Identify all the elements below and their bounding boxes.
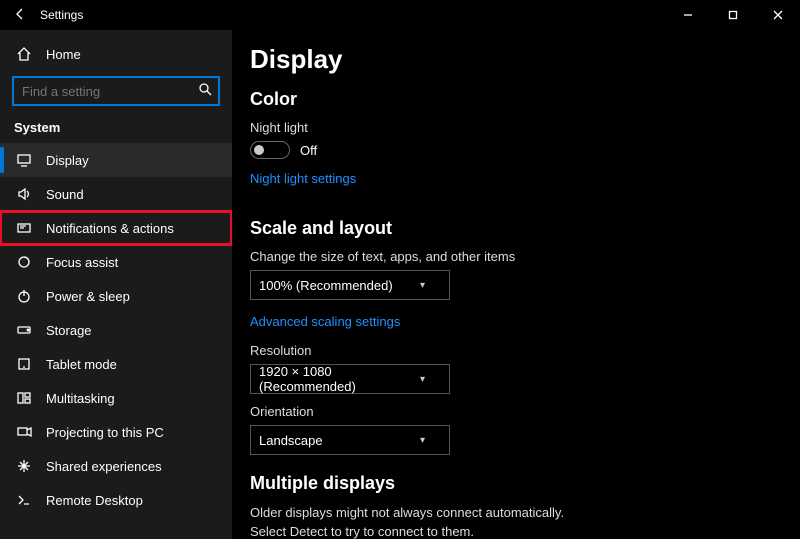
sidebar-item-shared-experiences[interactable]: Shared experiences <box>0 449 232 483</box>
text-size-select[interactable]: 100% (Recommended) ▾ <box>250 270 450 300</box>
close-button[interactable] <box>755 0 800 30</box>
remote-desktop-icon <box>14 492 34 508</box>
sidebar-item-label: Tablet mode <box>46 357 117 372</box>
home-label: Home <box>46 47 81 62</box>
text-size-label: Change the size of text, apps, and other… <box>250 249 800 264</box>
sidebar-item-remote-desktop[interactable]: Remote Desktop <box>0 483 232 517</box>
sidebar-item-label: Focus assist <box>46 255 118 270</box>
resolution-select[interactable]: 1920 × 1080 (Recommended) ▾ <box>250 364 450 394</box>
sidebar-item-label: Display <box>46 153 89 168</box>
sound-icon <box>14 186 34 202</box>
home-button[interactable]: Home <box>0 36 232 72</box>
sidebar-item-storage[interactable]: Storage <box>0 313 232 347</box>
notifications-icon <box>14 220 34 236</box>
night-light-state: Off <box>300 143 317 158</box>
sidebar-item-focus-assist[interactable]: Focus assist <box>0 245 232 279</box>
sidebar-item-projecting[interactable]: Projecting to this PC <box>0 415 232 449</box>
sidebar-item-label: Notifications & actions <box>46 221 174 236</box>
shared-experiences-icon <box>14 458 34 474</box>
power-icon <box>14 288 34 304</box>
minimize-button[interactable] <box>665 0 710 30</box>
sidebar-item-sound[interactable]: Sound <box>0 177 232 211</box>
multiple-displays-heading: Multiple displays <box>250 473 800 494</box>
sidebar-item-display[interactable]: Display <box>0 143 232 177</box>
chevron-down-icon: ▾ <box>420 280 425 291</box>
sidebar-item-label: Projecting to this PC <box>46 425 164 440</box>
resolution-value: 1920 × 1080 (Recommended) <box>259 364 420 394</box>
sidebar: Home System Display Sound Notifications … <box>0 30 232 539</box>
multitasking-icon <box>14 390 34 406</box>
titlebar: Settings <box>0 0 800 30</box>
night-light-settings-link[interactable]: Night light settings <box>250 171 356 186</box>
chevron-down-icon: ▾ <box>420 435 425 446</box>
main-content: Display Color Night light Off Night ligh… <box>232 30 800 539</box>
sidebar-item-label: Remote Desktop <box>46 493 143 508</box>
text-size-value: 100% (Recommended) <box>259 278 393 293</box>
color-heading: Color <box>250 89 800 110</box>
projecting-icon <box>14 424 34 440</box>
scale-heading: Scale and layout <box>250 218 800 239</box>
window-controls <box>665 0 800 30</box>
advanced-scaling-link[interactable]: Advanced scaling settings <box>250 314 400 329</box>
night-light-label: Night light <box>250 120 800 135</box>
sidebar-item-tablet-mode[interactable]: Tablet mode <box>0 347 232 381</box>
chevron-down-icon: ▾ <box>420 374 425 385</box>
orientation-value: Landscape <box>259 433 323 448</box>
orientation-select[interactable]: Landscape ▾ <box>250 425 450 455</box>
maximize-button[interactable] <box>710 0 755 30</box>
storage-icon <box>14 322 34 338</box>
search-input[interactable] <box>12 76 220 106</box>
display-icon <box>14 152 34 168</box>
sidebar-item-label: Shared experiences <box>46 459 162 474</box>
sidebar-item-label: Storage <box>46 323 92 338</box>
sidebar-item-label: Sound <box>46 187 84 202</box>
sidebar-item-power-sleep[interactable]: Power & sleep <box>0 279 232 313</box>
home-icon <box>14 46 34 62</box>
night-light-toggle[interactable] <box>250 141 290 159</box>
orientation-label: Orientation <box>250 404 800 419</box>
back-button[interactable] <box>8 7 32 24</box>
window-title: Settings <box>40 8 665 22</box>
sidebar-item-multitasking[interactable]: Multitasking <box>0 381 232 415</box>
sidebar-item-label: Power & sleep <box>46 289 130 304</box>
sidebar-item-label: Multitasking <box>46 391 115 406</box>
page-title: Display <box>250 44 800 75</box>
resolution-label: Resolution <box>250 343 800 358</box>
focus-assist-icon <box>14 254 34 270</box>
sidebar-group-system: System <box>0 116 232 143</box>
multiple-displays-note: Older displays might not always connect … <box>250 504 590 539</box>
sidebar-item-notifications[interactable]: Notifications & actions <box>0 211 232 245</box>
tablet-icon <box>14 356 34 372</box>
